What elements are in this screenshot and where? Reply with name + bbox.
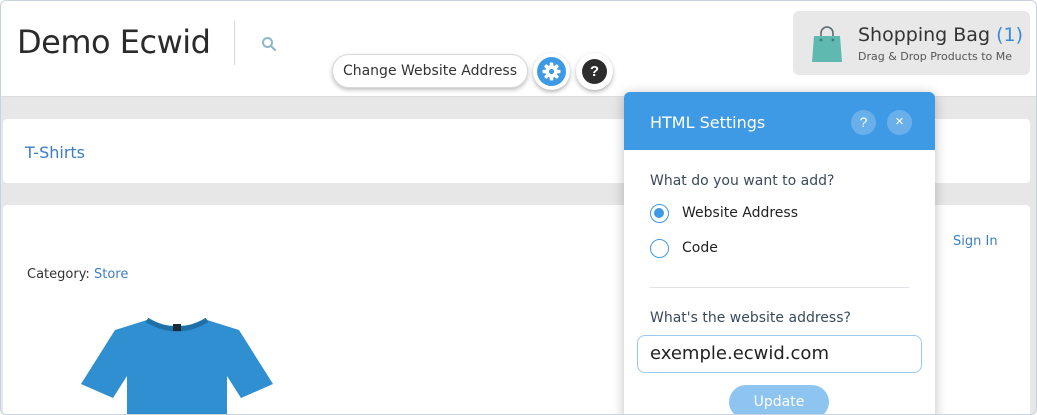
category-link[interactable]: Store [94, 267, 128, 282]
panel-header: HTML Settings ? × [624, 92, 935, 150]
shopping-bag-title: Shopping Bag (1) [858, 24, 1023, 46]
tshirt-product-image[interactable] [77, 318, 277, 415]
panel-divider [650, 287, 909, 288]
shopping-bag-subtitle: Drag & Drop Products to Me [858, 50, 1013, 63]
category-line: Category: Store [27, 267, 128, 282]
change-website-address-button[interactable]: Change Website Address [332, 54, 528, 88]
panel-help-button[interactable]: ? [851, 110, 876, 135]
radio-label: Code [682, 240, 718, 256]
update-button[interactable]: Update [729, 385, 829, 414]
site-title[interactable]: Demo Ecwid [17, 23, 211, 61]
category-label: Category: [27, 267, 90, 282]
website-address-input[interactable]: exemple.ecwid.com [637, 335, 922, 373]
radio-code[interactable]: Code [650, 238, 910, 260]
shopping-bag-count: (1) [996, 24, 1023, 46]
add-question-label: What do you want to add? [650, 173, 835, 189]
help-button[interactable]: ? [576, 53, 613, 90]
radio-website-address[interactable]: Website Address [650, 203, 910, 225]
radio-button[interactable] [650, 204, 669, 223]
panel-title: HTML Settings [650, 113, 766, 132]
search-icon[interactable] [261, 36, 277, 52]
shopping-bag-label: Shopping Bag [858, 24, 991, 46]
shopping-bag-icon [812, 26, 842, 62]
question-icon: ? [582, 59, 607, 84]
panel-close-button[interactable]: × [887, 110, 912, 135]
radio-label: Website Address [682, 205, 799, 221]
gear-icon [537, 57, 566, 86]
shopping-bag-widget[interactable]: Shopping Bag (1) Drag & Drop Products to… [793, 11, 1030, 75]
radio-button[interactable] [650, 239, 669, 258]
title-divider [234, 21, 235, 65]
app-frame: Demo Ecwid Shopping Bag (1) Drag & Drop … [0, 0, 1037, 415]
sign-in-link[interactable]: Sign In [953, 234, 998, 249]
html-settings-panel: HTML Settings ? × What do you want to ad… [624, 92, 935, 414]
tshirts-link[interactable]: T-Shirts [25, 143, 85, 162]
address-question-label: What's the website address? [650, 310, 851, 326]
settings-button[interactable] [533, 53, 570, 90]
